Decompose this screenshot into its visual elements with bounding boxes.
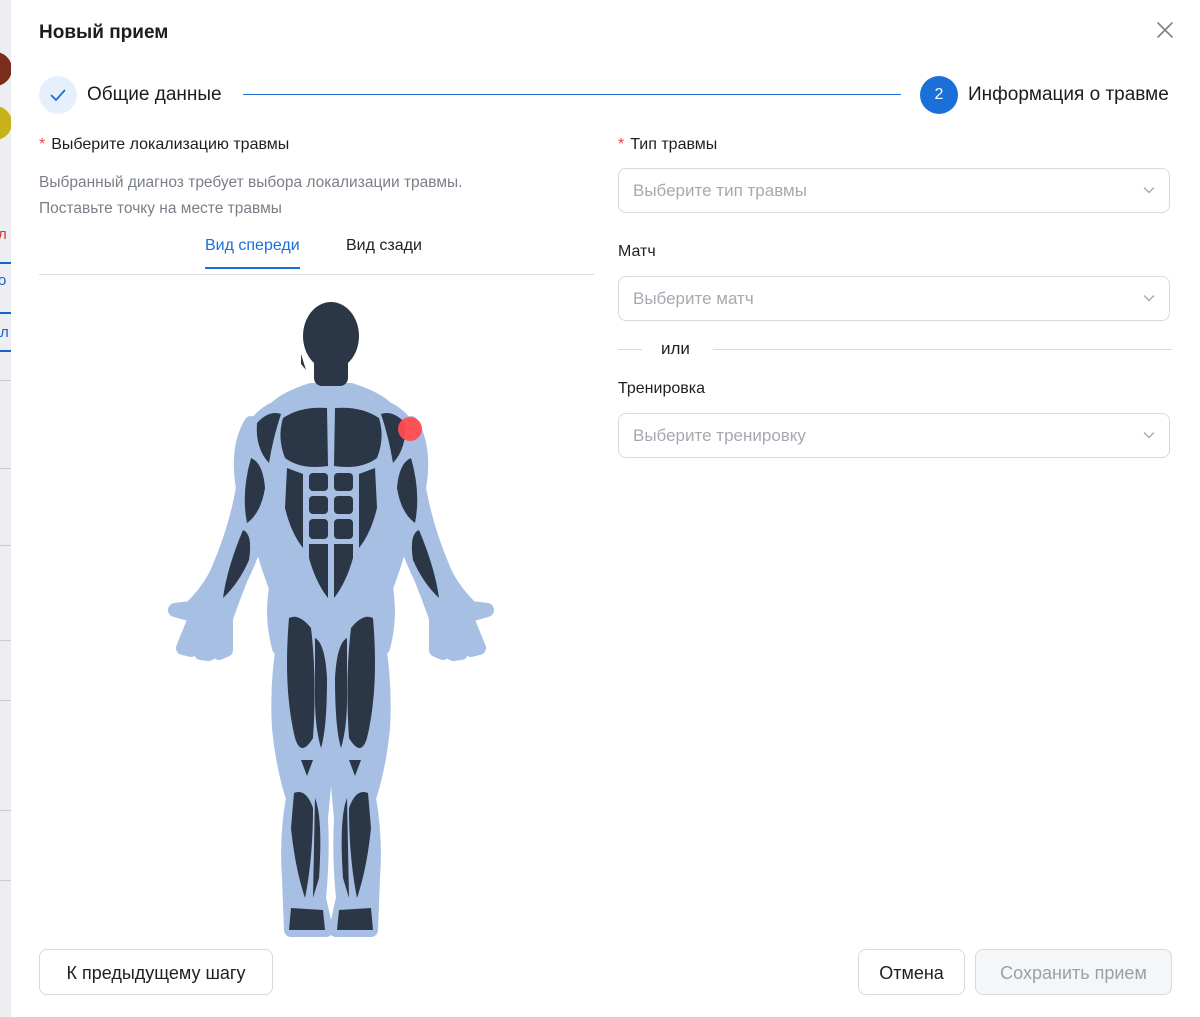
injury-type-placeholder: Выберите тип травмы bbox=[633, 181, 807, 200]
background-divider bbox=[0, 262, 11, 264]
modal-title: Новый прием bbox=[39, 22, 169, 43]
step2-indicator: 2 bbox=[920, 76, 958, 114]
background-link: о bbox=[0, 272, 7, 289]
match-label: Матч bbox=[618, 243, 656, 260]
body-outline bbox=[168, 383, 494, 937]
background-page: ris л о ол bbox=[0, 0, 11, 1017]
training-select[interactable]: Выберите тренировку bbox=[618, 413, 1170, 458]
match-placeholder: Выберите матч bbox=[633, 289, 754, 308]
step2-label: Информация о травме bbox=[968, 84, 1169, 105]
background-avatar-2 bbox=[0, 106, 11, 140]
background-avatar bbox=[0, 52, 11, 86]
save-appointment-button[interactable]: Сохранить прием bbox=[975, 949, 1172, 995]
training-label: Тренировка bbox=[618, 380, 705, 397]
close-icon[interactable] bbox=[1154, 19, 1176, 41]
background-divider bbox=[0, 880, 11, 881]
stepper-connector bbox=[243, 94, 901, 95]
hint-line: Поставьте точку на месте травмы bbox=[39, 200, 282, 217]
background-text: л bbox=[0, 226, 7, 243]
injury-marker[interactable] bbox=[398, 417, 422, 441]
background-divider bbox=[0, 350, 11, 352]
check-icon bbox=[50, 89, 66, 101]
hint-line: Выбранный диагноз требует выбора локализ… bbox=[39, 174, 463, 191]
or-divider-left bbox=[618, 349, 642, 350]
required-mark: * bbox=[618, 136, 625, 153]
body-view-tabs: Вид спереди Вид сзади bbox=[39, 228, 594, 275]
match-select[interactable]: Выберите матч bbox=[618, 276, 1170, 321]
or-divider-right bbox=[713, 349, 1172, 350]
background-divider bbox=[0, 545, 11, 546]
or-divider-text: или bbox=[661, 339, 690, 358]
step1-indicator bbox=[39, 76, 77, 114]
injury-type-label-text: Тип травмы bbox=[630, 136, 718, 153]
injury-type-select[interactable]: Выберите тип травмы bbox=[618, 168, 1170, 213]
required-mark: * bbox=[39, 136, 46, 153]
background-divider bbox=[0, 312, 11, 314]
cancel-button[interactable]: Отмена bbox=[858, 949, 965, 995]
background-divider bbox=[0, 640, 11, 641]
chevron-down-icon bbox=[1143, 432, 1155, 439]
chevron-down-icon bbox=[1143, 295, 1155, 302]
injury-type-label: * Тип травмы bbox=[618, 136, 717, 154]
localization-hint: Выбранный диагноз требует выбора локализ… bbox=[39, 170, 462, 222]
new-appointment-modal: Новый прием Общие данные 2 Информация о … bbox=[11, 0, 1200, 1017]
previous-step-button[interactable]: К предыдущему шагу bbox=[39, 949, 273, 995]
step1-label: Общие данные bbox=[87, 84, 222, 105]
localization-label-text: Выберите локализацию травмы bbox=[51, 136, 290, 153]
background-divider bbox=[0, 810, 11, 811]
training-placeholder: Выберите тренировку bbox=[633, 426, 806, 445]
localization-label: * Выберите локализацию травмы bbox=[39, 136, 289, 154]
body-map[interactable] bbox=[151, 298, 511, 943]
background-link: ол bbox=[0, 324, 9, 341]
chevron-down-icon bbox=[1143, 187, 1155, 194]
tab-front-view[interactable]: Вид спереди bbox=[205, 237, 300, 269]
background-divider bbox=[0, 468, 11, 469]
background-divider bbox=[0, 700, 11, 701]
background-divider bbox=[0, 380, 11, 381]
tab-back-view[interactable]: Вид сзади bbox=[346, 237, 422, 267]
